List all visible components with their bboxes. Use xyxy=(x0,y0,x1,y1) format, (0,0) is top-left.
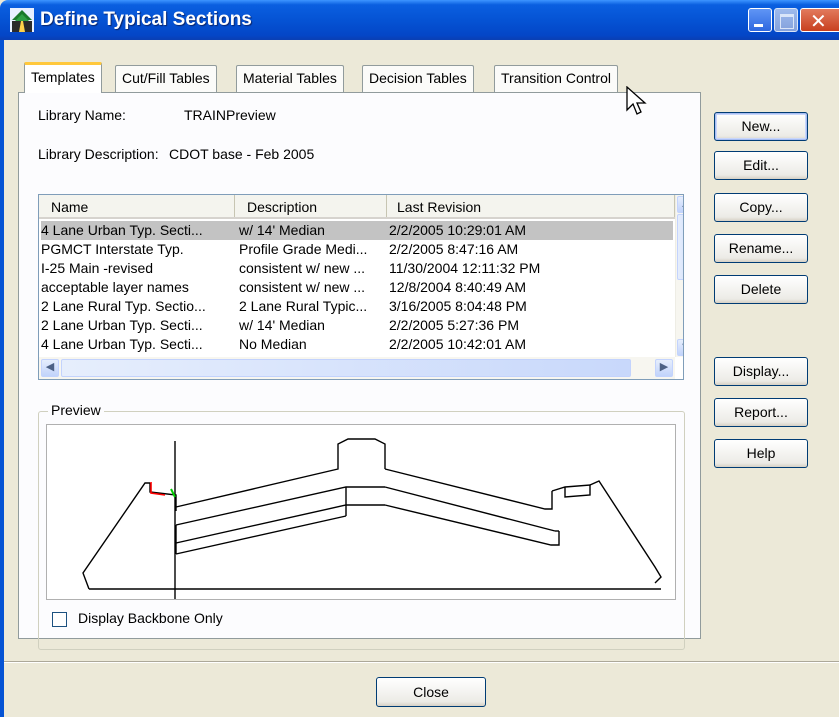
edit-button[interactable]: Edit... xyxy=(714,151,808,180)
row-name: 4 Lane Urban Typ. Secti... xyxy=(41,336,203,352)
vertical-scroll-thumb[interactable] xyxy=(677,214,683,280)
tab-decision-tables[interactable]: Decision Tables xyxy=(362,65,474,92)
row-revision: 11/30/2004 12:11:32 PM xyxy=(389,260,541,276)
table-row[interactable]: acceptable layer names consistent w/ new … xyxy=(41,278,673,297)
row-name: PGMCT Interstate Typ. xyxy=(41,241,184,257)
table-row[interactable]: 4 Lane Urban Typ. Secti... No Median 2/2/2… xyxy=(41,335,673,354)
row-description: consistent w/ new ... xyxy=(239,279,366,295)
vertical-scrollbar[interactable]: ▲ ▼ xyxy=(675,195,683,357)
library-description-label: Library Description: xyxy=(38,146,159,162)
library-name-label: Library Name: xyxy=(38,107,126,123)
row-description: 2 Lane Rural Typic... xyxy=(239,298,368,314)
library-description-value: CDOT base - Feb 2005 xyxy=(169,146,315,162)
library-name-value: TRAINPreview xyxy=(184,107,276,123)
templates-list[interactable]: Name Description Last Revision 4 Lane Ur… xyxy=(38,194,684,380)
window-frame-left xyxy=(0,40,4,717)
scroll-down-button[interactable]: ▼ xyxy=(677,339,683,356)
horizontal-scrollbar[interactable]: ◀ ▶ xyxy=(39,357,675,379)
table-row[interactable]: 2 Lane Urban Typ. Secti... w/ 14' Median 2… xyxy=(41,316,673,335)
row-description: No Median xyxy=(239,336,307,352)
display-button[interactable]: Display... xyxy=(714,357,808,386)
row-description: Profile Grade Medi... xyxy=(239,241,368,257)
cross-section-drawing xyxy=(82,438,662,599)
window-title: Define Typical Sections xyxy=(40,9,252,30)
column-header-description[interactable]: Description xyxy=(235,195,387,217)
row-revision: 2/2/2005 10:42:01 AM xyxy=(389,336,526,352)
row-name: 4 Lane Urban Typ. Secti... xyxy=(41,222,203,238)
scroll-left-button[interactable]: ◀ xyxy=(41,359,59,377)
column-header-last-revision[interactable]: Last Revision xyxy=(387,195,675,217)
left-layer-2 xyxy=(175,504,385,544)
left-curb xyxy=(149,483,177,511)
tab-transition-control[interactable]: Transition Control xyxy=(494,65,618,92)
scroll-up-button[interactable]: ▲ xyxy=(677,196,683,213)
row-revision: 2/2/2005 10:29:01 AM xyxy=(389,222,526,238)
right-slope xyxy=(589,480,662,584)
left-pavement-top xyxy=(175,438,386,508)
table-row[interactable]: 4 Lane Urban Typ. Secti... w/ 14' Median 2… xyxy=(41,221,673,240)
tab-cut-fill-tables[interactable]: Cut/Fill Tables xyxy=(115,65,217,92)
tab-material-tables[interactable]: Material Tables xyxy=(236,65,344,92)
table-row[interactable]: 2 Lane Rural Typ. Sectio... 2 Lane Rural … xyxy=(41,297,673,316)
left-layer-3 xyxy=(175,515,347,555)
right-pavement-top xyxy=(384,468,553,510)
table-row[interactable]: I-25 Main -revised consistent w/ new ... 1… xyxy=(41,259,673,278)
close-window-button[interactable]: ✕ xyxy=(800,8,839,33)
close-button[interactable]: Close xyxy=(376,677,486,707)
row-revision: 2/2/2005 8:47:16 AM xyxy=(389,241,519,257)
maximize-button[interactable] xyxy=(774,8,798,32)
row-revision: 12/8/2004 8:40:49 AM xyxy=(389,279,526,295)
row-description: consistent w/ new ... xyxy=(239,260,366,276)
row-name: 2 Lane Urban Typ. Secti... xyxy=(41,317,203,333)
row-name: acceptable layer names xyxy=(41,279,189,295)
help-button[interactable]: Help xyxy=(714,439,808,468)
row-description: w/ 14' Median xyxy=(239,222,325,238)
close-icon: ✕ xyxy=(810,11,827,33)
right-layer-1 xyxy=(384,486,556,532)
table-row[interactable]: PGMCT Interstate Typ. Profile Grade Medi.… xyxy=(41,240,673,259)
left-slope xyxy=(82,482,150,590)
minimize-button[interactable] xyxy=(748,8,772,32)
row-name: I-25 Main -revised xyxy=(41,260,154,276)
mouse-cursor-icon xyxy=(626,86,647,115)
horizontal-scroll-thumb[interactable] xyxy=(61,359,631,377)
new-button[interactable]: New... xyxy=(714,112,808,141)
footer-divider xyxy=(4,661,839,663)
preview-group-title: Preview xyxy=(48,402,104,418)
tab-templates[interactable]: Templates xyxy=(24,62,102,93)
road-app-icon xyxy=(10,8,34,32)
list-rows: 4 Lane Urban Typ. Secti... w/ 14' Median 2… xyxy=(41,221,673,354)
title-bar[interactable]: Define Typical Sections ✕ xyxy=(0,0,839,40)
display-backbone-only-label[interactable]: Display Backbone Only xyxy=(78,610,223,626)
row-revision: 3/16/2005 8:04:48 PM xyxy=(389,298,527,314)
right-curb xyxy=(551,484,591,498)
rename-button[interactable]: Rename... xyxy=(714,234,808,263)
display-backbone-only-checkbox[interactable] xyxy=(52,612,67,627)
template-preview xyxy=(46,424,676,600)
report-button[interactable]: Report... xyxy=(714,398,808,427)
scroll-right-button[interactable]: ▶ xyxy=(655,359,673,377)
copy-button[interactable]: Copy... xyxy=(714,193,808,222)
delete-button[interactable]: Delete xyxy=(714,275,808,304)
column-header-name[interactable]: Name xyxy=(39,195,235,217)
row-description: w/ 14' Median xyxy=(239,317,325,333)
row-name: 2 Lane Rural Typ. Sectio... xyxy=(41,298,206,314)
row-revision: 2/2/2005 5:27:36 PM xyxy=(389,317,519,333)
list-header: Name Description Last Revision xyxy=(39,195,675,219)
